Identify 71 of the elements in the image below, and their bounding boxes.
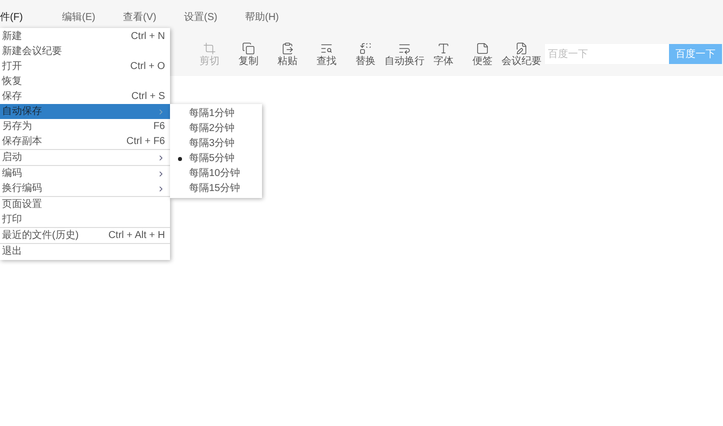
menu-bar-item[interactable]: 查看(V) (122, 10, 183, 24)
toolbar-button[interactable]: 复制 (229, 42, 268, 66)
menu-item[interactable]: 页面设置 (0, 196, 170, 212)
replace-icon (359, 42, 372, 54)
toolbar-button[interactable]: 粘贴 (268, 42, 307, 66)
toolbar-button[interactable]: 自动换行 (385, 42, 424, 66)
menu-item[interactable]: 打开 Ctrl + O (0, 59, 170, 74)
menu-item-label: 页面设置 (2, 198, 42, 212)
chevron-right-icon (157, 108, 165, 116)
submenu-item-label: 每隔5分钟 (189, 152, 235, 166)
shortcut-label: Ctrl + O (130, 60, 165, 74)
note-icon (476, 42, 489, 54)
menu-item[interactable]: 退出 (0, 243, 170, 259)
submenu-item-label: 每隔15分钟 (189, 182, 240, 196)
menu-item[interactable]: 打印 (0, 212, 170, 227)
menu-item-label: 启动 (2, 150, 22, 165)
menu-item-label: 另存为 (2, 120, 32, 134)
submenu-item[interactable]: 每隔3分钟 (170, 136, 262, 151)
menu-item-label: 新建 (2, 30, 22, 44)
menu-item-label: 打开 (2, 60, 22, 74)
menu-item[interactable]: 恢复 (0, 74, 170, 89)
submenu-item-label: 每隔3分钟 (189, 136, 235, 151)
menu-bar-item[interactable]: 件(F) (0, 10, 61, 24)
copy-icon (242, 42, 255, 54)
font-icon (437, 42, 450, 54)
crop-icon (203, 42, 216, 54)
wrap-text-icon (398, 42, 411, 54)
shortcut-label: F6 (153, 120, 165, 134)
toolbar-button[interactable]: 便签 (463, 42, 502, 66)
menu-item-label: 最近的文件(历史) (2, 228, 79, 243)
submenu-item[interactable]: 每隔10分钟 (170, 166, 262, 181)
submenu-item[interactable]: 每隔1分钟 (170, 106, 262, 121)
menu-item-label: 新建会议纪要 (2, 44, 62, 59)
menu-item[interactable]: 新建 Ctrl + N (0, 29, 170, 44)
menu-bar-item[interactable]: 编辑(E) (61, 10, 122, 24)
menu-item[interactable]: 保存副本 Ctrl + F6 (0, 134, 170, 149)
shortcut-label: Ctrl + S (131, 90, 165, 104)
menu-item[interactable]: 启动 (0, 149, 170, 165)
menu-item-label: 保存副本 (2, 134, 42, 149)
clipboard-icon (281, 42, 294, 54)
toolbar-button[interactable]: 字体 (424, 42, 463, 66)
menu-item-label: 编码 (2, 166, 22, 181)
menu-item[interactable]: 另存为 F6 (0, 119, 170, 134)
shortcut-label: Ctrl + N (130, 30, 165, 44)
menu-item[interactable]: 编码 (0, 165, 170, 181)
submenu-item[interactable]: 每隔5分钟 (170, 151, 262, 166)
menu-item-label: 自动保存 (2, 105, 42, 119)
search-lines-icon (320, 42, 333, 54)
submenu-item[interactable]: 每隔2分钟 (170, 121, 262, 136)
menu-item-label: 退出 (2, 244, 22, 259)
menu-item-label: 打印 (2, 212, 22, 227)
menu-item[interactable]: 最近的文件(历史) Ctrl + Alt + H (0, 227, 170, 243)
search-field[interactable]: 百度一下 (545, 44, 669, 64)
menu-item[interactable]: 新建会议纪要 (0, 44, 170, 59)
menu-item-label: 换行编码 (2, 182, 42, 196)
menu-item[interactable]: 换行编码 (0, 181, 170, 196)
menu-item-label: 恢复 (2, 74, 22, 89)
menu-item[interactable]: 保存 Ctrl + S (0, 89, 170, 104)
menu-item-label: 保存 (2, 90, 22, 104)
toolbar-button[interactable]: 会议纪要 (502, 42, 541, 66)
submenu-item-label: 每隔1分钟 (189, 106, 235, 121)
submenu-item[interactable]: 每隔15分钟 (170, 181, 262, 196)
menu-bar-item[interactable]: 帮助(H) (244, 10, 305, 24)
toolbar-button[interactable]: 查找 (307, 42, 346, 66)
pen-document-icon (515, 42, 528, 54)
submenu-item-label: 每隔2分钟 (189, 122, 235, 136)
shortcut-label: Ctrl + Alt + H (108, 229, 165, 243)
menu-bar-item[interactable]: 设置(S) (183, 10, 244, 24)
submenu-item-label: 每隔10分钟 (189, 166, 240, 181)
toolbar-button[interactable]: 替换 (346, 42, 385, 66)
shortcut-label: Ctrl + F6 (126, 135, 165, 149)
